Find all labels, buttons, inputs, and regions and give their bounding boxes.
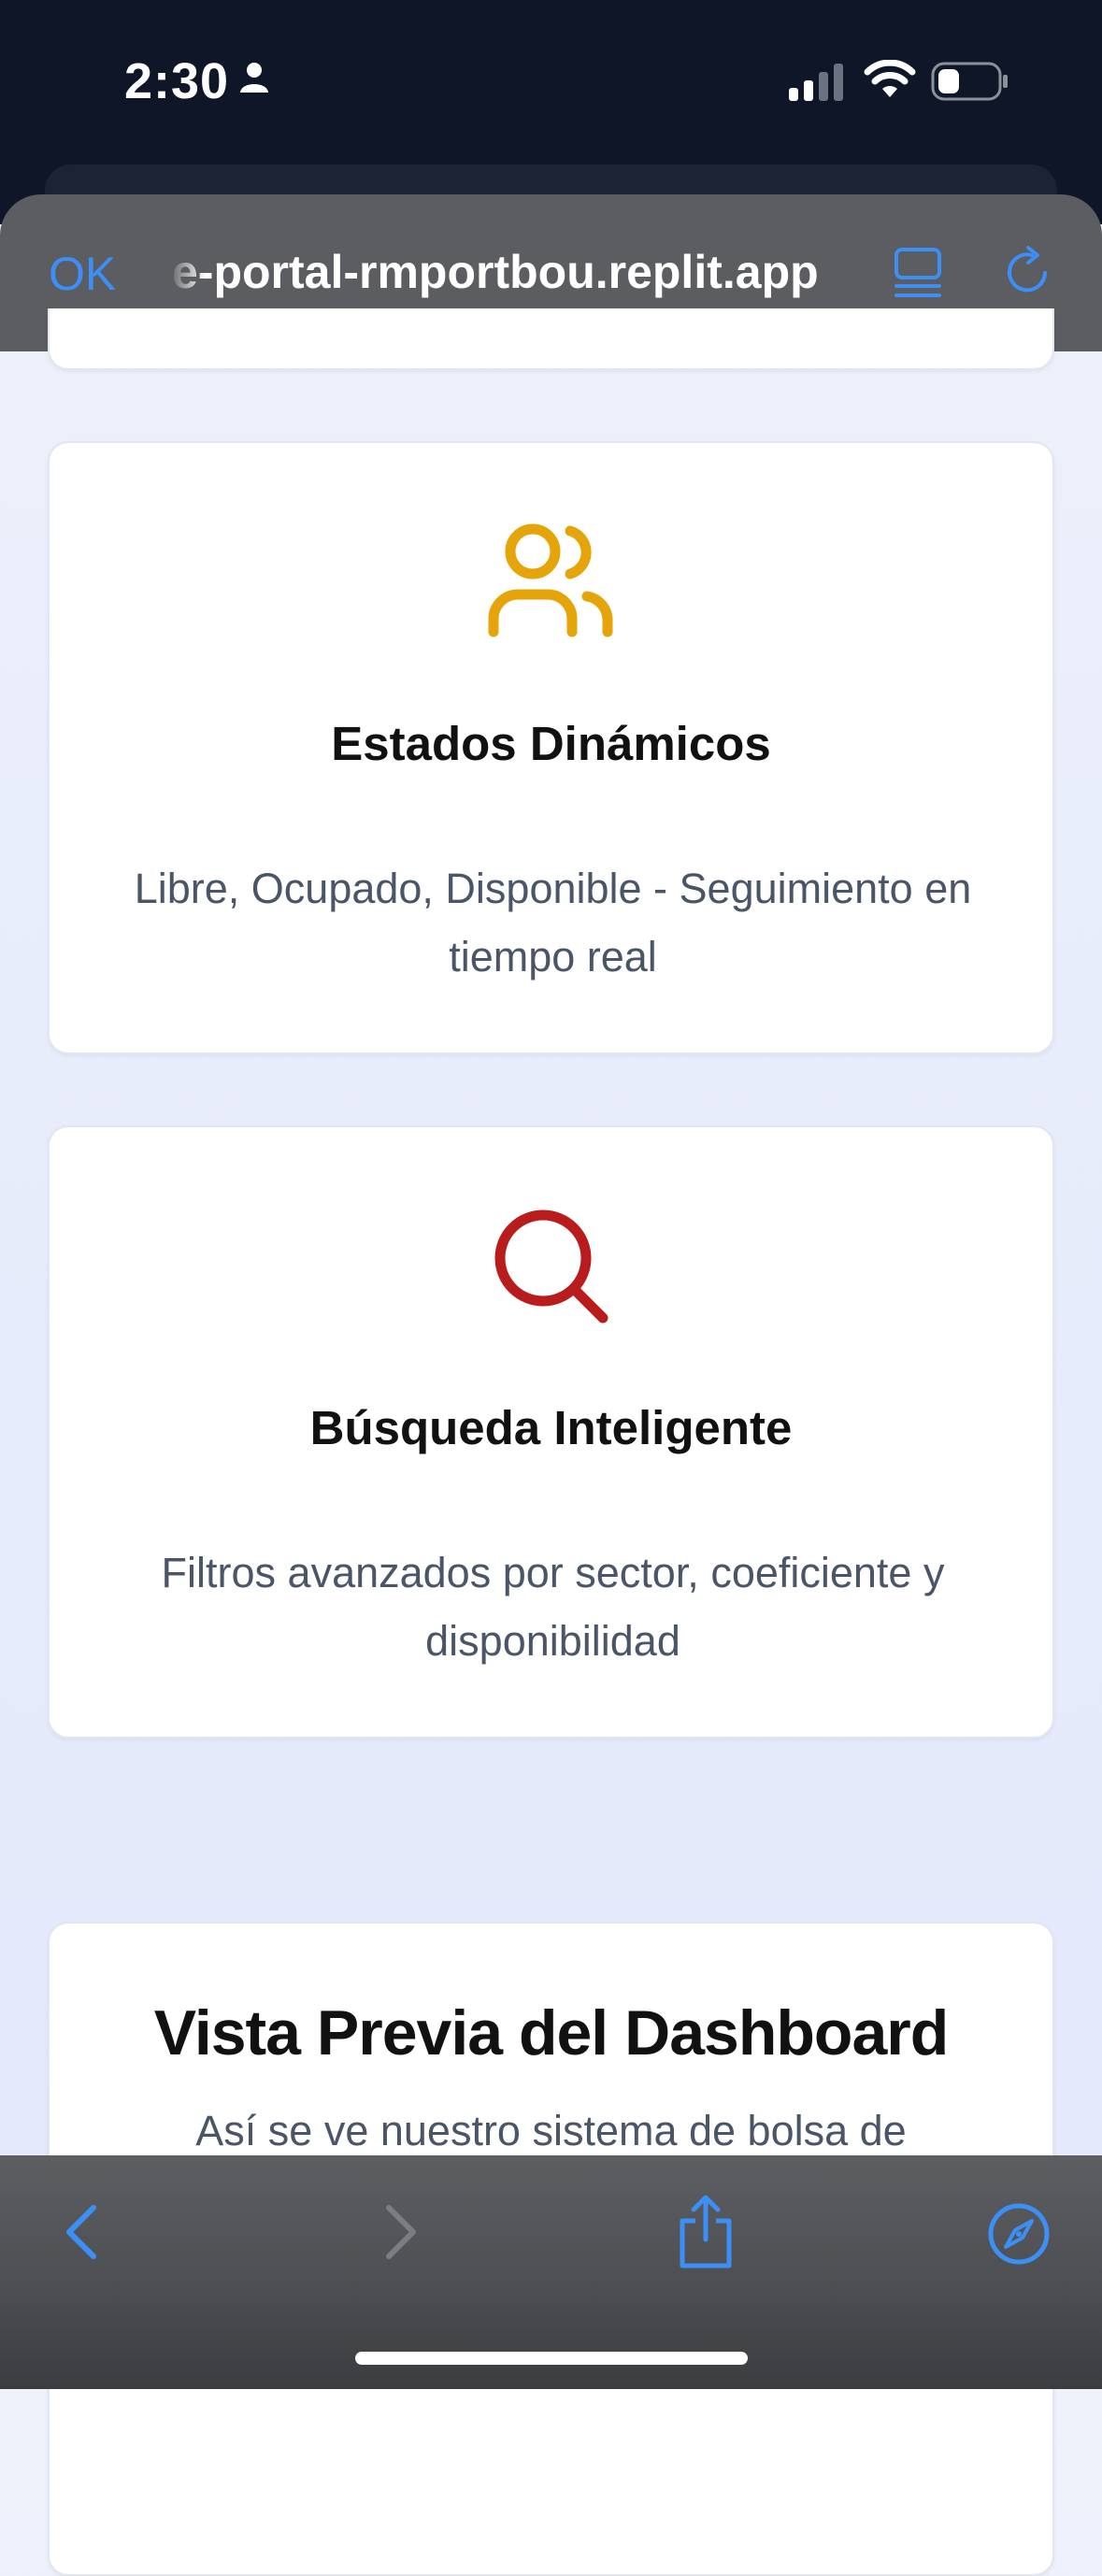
- previous-card: [48, 308, 1054, 370]
- battery-icon: [931, 62, 1008, 101]
- home-indicator[interactable]: [355, 2352, 748, 2365]
- feature-description: Libre, Ocupado, Disponible - Seguimiento…: [134, 865, 972, 980]
- url-fade: [168, 234, 206, 308]
- status-time: 2:30: [124, 53, 230, 109]
- search-icon: [494, 1209, 608, 1324]
- forward-icon[interactable]: [378, 2202, 422, 2262]
- feature-title: Búsqueda Inteligente: [309, 1401, 793, 1454]
- reader-mode-icon[interactable]: [894, 247, 942, 299]
- dashboard-title: Vista Previa del Dashboard: [153, 1997, 950, 2068]
- compass-icon[interactable]: [987, 2202, 1051, 2266]
- feature-card-busqueda: Búsqueda Inteligente Filtros avanzados p…: [48, 1125, 1054, 1739]
- back-icon[interactable]: [60, 2202, 105, 2262]
- share-icon[interactable]: [673, 2193, 738, 2271]
- person-icon: [240, 63, 268, 93]
- done-button[interactable]: OK: [49, 247, 116, 301]
- wifi-icon: [864, 60, 916, 97]
- signal-icon: [789, 64, 843, 101]
- reload-icon[interactable]: [1004, 245, 1052, 297]
- feature-description: Filtros avanzados por sector, coeficient…: [161, 1549, 945, 1665]
- feature-title: Estados Dinámicos: [331, 717, 771, 770]
- feature-card-estados: Estados Dinámicos Libre, Ocupado, Dispon…: [48, 441, 1054, 1054]
- url-field[interactable]: e-portal-rmportbou.replit.app: [172, 245, 819, 299]
- users-icon: [488, 523, 612, 637]
- dashboard-subtitle: Así se ve nuestro sistema de bolsa de: [195, 2107, 907, 2154]
